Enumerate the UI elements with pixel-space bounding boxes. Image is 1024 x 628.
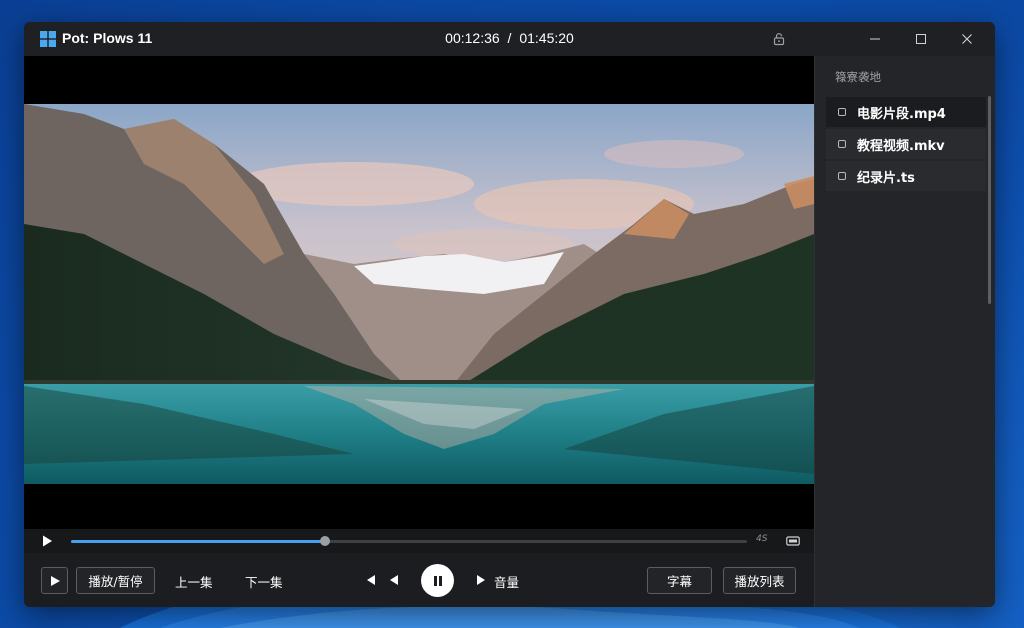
player-window: Pot: Plows 11 00:12:36 / 01:45:20 4S 播放/… — [24, 22, 995, 607]
lock-icon[interactable] — [772, 32, 786, 46]
checkbox[interactable] — [838, 172, 846, 180]
subtitle-button[interactable]: 字幕 — [647, 567, 712, 594]
previous-icon[interactable] — [365, 574, 377, 586]
close-button[interactable] — [944, 22, 990, 56]
forward-icon[interactable] — [475, 574, 487, 586]
time-separator: / — [507, 30, 512, 46]
seek-side-label: 4S — [756, 534, 768, 544]
checkbox[interactable] — [838, 108, 846, 116]
playlist-item-label: 纪录片.ts — [857, 170, 915, 186]
playlist-scrollbar[interactable] — [988, 96, 991, 304]
current-time: 00:12:36 — [445, 30, 500, 46]
playlist-item-label: 教程视频.mkv — [857, 138, 945, 154]
close-icon — [962, 34, 972, 44]
video-frame — [24, 104, 814, 484]
total-time: 01:45:20 — [519, 30, 574, 46]
volume-button[interactable]: 音量 — [494, 572, 519, 591]
maximize-button[interactable] — [898, 22, 944, 56]
pause-button[interactable] — [421, 564, 454, 597]
seek-bar-thumb[interactable] — [320, 536, 331, 546]
seek-bar-fill — [71, 540, 326, 543]
play-icon — [50, 575, 60, 586]
rewind-icon[interactable] — [388, 574, 400, 586]
controls-bar: 播放/暂停 上一集 下一集 音量 字幕 播放列表 — [24, 553, 814, 607]
play-icon[interactable] — [40, 534, 54, 548]
seek-bar-row: 4S — [24, 529, 814, 553]
previous-episode-button[interactable]: 上一集 — [175, 572, 213, 591]
maximize-icon — [916, 34, 926, 44]
app-title: Pot: Plows 11 — [62, 30, 153, 46]
checkbox[interactable] — [838, 140, 846, 148]
pause-icon — [433, 575, 442, 586]
video-area[interactable] — [24, 56, 814, 529]
minimize-button[interactable] — [852, 22, 898, 56]
next-episode-button[interactable]: 下一集 — [245, 572, 283, 591]
time-readout: 00:12:36 / 01:45:20 — [24, 30, 995, 46]
windows-logo-icon — [40, 31, 56, 47]
playlist-button[interactable]: 播放列表 — [723, 567, 796, 594]
playlist-item[interactable]: 电影片段.mp4 — [826, 97, 986, 127]
play-button[interactable] — [41, 567, 68, 594]
minimize-icon — [870, 38, 880, 40]
play-pause-button[interactable]: 播放/暂停 — [76, 567, 155, 594]
playlist-item[interactable]: 教程视频.mkv — [826, 129, 986, 159]
playlist-item-label: 电影片段.mp4 — [857, 106, 946, 122]
playlist-item[interactable]: 纪录片.ts — [826, 161, 986, 191]
seek-bar[interactable] — [71, 536, 747, 546]
title-bar[interactable]: Pot: Plows 11 00:12:36 / 01:45:20 — [24, 22, 995, 56]
playlist-title: 簶寮袭地 — [835, 70, 881, 84]
aspect-ratio-icon[interactable] — [786, 535, 800, 547]
playlist-panel: 簶寮袭地 电影片段.mp4 教程视频.mkv 纪录片.ts — [814, 56, 995, 607]
